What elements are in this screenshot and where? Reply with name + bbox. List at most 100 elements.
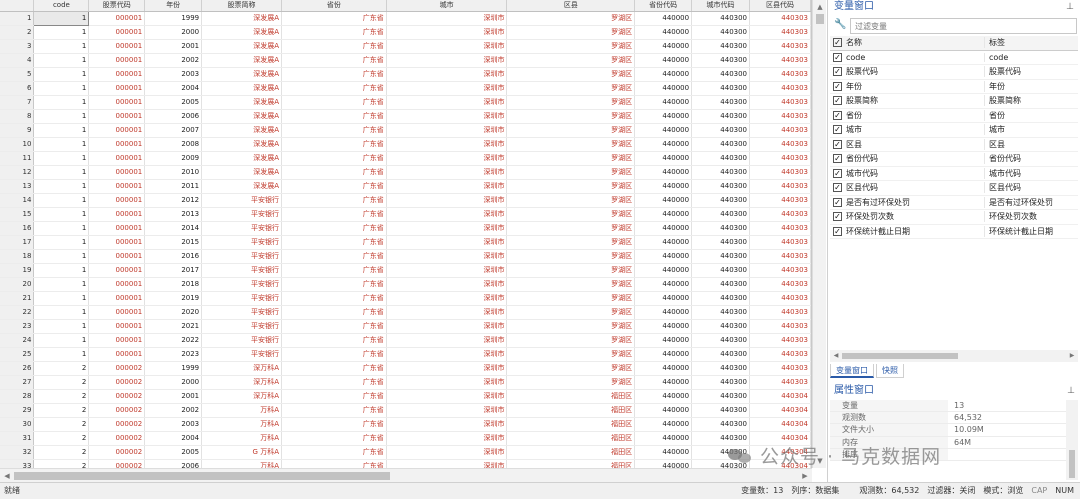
table-cell[interactable]: 1 [33, 347, 90, 362]
table-cell[interactable]: 广东省 [281, 179, 387, 194]
table-cell[interactable]: 440000 [634, 25, 693, 40]
table-cell[interactable]: 2000 [144, 25, 203, 40]
table-cell[interactable]: 2017 [144, 263, 203, 278]
table-cell[interactable]: 000001 [88, 207, 146, 222]
table-cell[interactable]: 000001 [88, 347, 146, 362]
row-number[interactable]: 27 [0, 375, 35, 390]
table-cell[interactable]: 440300 [691, 333, 751, 348]
table-cell[interactable]: 广东省 [281, 417, 387, 432]
grid-horizontal-scrollbar[interactable]: ◀ ▶ [0, 468, 812, 482]
table-cell[interactable]: 440300 [691, 221, 751, 236]
row-number[interactable]: 16 [0, 221, 35, 236]
row-number[interactable]: 14 [0, 193, 35, 208]
table-cell[interactable]: 000001 [88, 179, 146, 194]
table-cell[interactable]: 2021 [144, 319, 203, 334]
table-cell[interactable]: 440300 [691, 375, 751, 390]
variable-row[interactable]: ✓ 环保处罚次数 环保处罚次数 [830, 210, 1078, 225]
variable-checkbox[interactable]: ✓ [833, 139, 842, 149]
variable-checkbox[interactable]: ✓ [833, 154, 842, 164]
grid-vertical-scrollbar[interactable]: ▲ ▼ [812, 0, 826, 468]
table-cell[interactable]: 440000 [634, 249, 693, 264]
table-cell[interactable]: 2019 [144, 291, 203, 306]
row-number[interactable]: 30 [0, 417, 35, 432]
table-cell[interactable]: 深发展A [201, 123, 282, 138]
table-cell[interactable]: 1 [33, 207, 90, 222]
scroll-thumb[interactable] [842, 353, 958, 359]
table-cell[interactable]: 000001 [88, 109, 146, 124]
table-cell[interactable]: 440300 [691, 109, 751, 124]
table-cell[interactable]: 440303 [749, 347, 811, 362]
table-cell[interactable]: 000002 [88, 389, 146, 404]
table-cell[interactable]: 平安银行 [201, 249, 282, 264]
table-cell[interactable]: 万科A [201, 431, 282, 446]
table-cell[interactable]: 440300 [691, 81, 751, 96]
table-cell[interactable]: 440000 [634, 361, 693, 376]
table-row[interactable]: 3 1 000001 2001 深发展A 广东省 深圳市 罗湖区 440000 440300 440… [0, 39, 811, 54]
table-row[interactable]: 1 1 000001 1999 深发展A 广东省 深圳市 罗湖区 440000 440300 440… [0, 10, 811, 26]
table-cell[interactable]: 000001 [88, 25, 146, 40]
table-cell[interactable]: 广东省 [281, 305, 387, 320]
table-cell[interactable]: 440000 [634, 95, 693, 110]
table-row[interactable]: 30 2 000002 2003 万科A 广东省 深圳市 福田区 440000 440300 440… [0, 417, 811, 432]
table-cell[interactable]: 深圳市 [386, 179, 508, 194]
row-number[interactable]: 29 [0, 403, 35, 418]
table-cell[interactable]: 广东省 [281, 123, 387, 138]
table-cell[interactable]: 广东省 [281, 445, 387, 460]
table-cell[interactable]: 广东省 [281, 137, 387, 152]
row-number[interactable]: 28 [0, 389, 35, 404]
table-cell[interactable]: 2 [33, 361, 90, 376]
table-cell[interactable]: 福田区 [506, 459, 636, 468]
table-row[interactable]: 16 1 000001 2014 平安银行 广东省 深圳市 罗湖区 440000 440300 44… [0, 221, 811, 236]
table-cell[interactable]: 000001 [88, 235, 146, 250]
table-cell[interactable]: 2023 [144, 347, 203, 362]
table-cell[interactable]: 深圳市 [386, 193, 508, 208]
table-cell[interactable]: 440000 [634, 277, 693, 292]
table-row[interactable]: 5 1 000001 2003 深发展A 广东省 深圳市 罗湖区 440000 440300 440… [0, 67, 811, 82]
table-cell[interactable]: 440303 [749, 165, 811, 180]
row-number[interactable]: 31 [0, 431, 35, 446]
table-cell[interactable]: 1999 [144, 11, 203, 26]
table-row[interactable]: 12 1 000001 2010 深发展A 广东省 深圳市 罗湖区 440000 440300 44… [0, 165, 811, 180]
variable-checkbox[interactable]: ✓ [833, 183, 842, 193]
table-cell[interactable]: 深圳市 [386, 81, 508, 96]
table-cell[interactable]: 广东省 [281, 95, 387, 110]
table-cell[interactable]: 广东省 [281, 375, 387, 390]
table-cell[interactable]: 深圳市 [386, 67, 508, 82]
table-cell[interactable]: 440000 [634, 151, 693, 166]
table-cell[interactable]: 000001 [88, 305, 146, 320]
properties-vertical-scrollbar[interactable] [1066, 400, 1078, 480]
table-row[interactable]: 29 2 000002 2002 万科A 广东省 深圳市 福田区 440000 440300 440… [0, 403, 811, 418]
table-row[interactable]: 20 1 000001 2018 平安银行 广东省 深圳市 罗湖区 440000 440300 44… [0, 277, 811, 292]
table-cell[interactable]: 罗湖区 [506, 235, 636, 250]
table-cell[interactable]: 罗湖区 [506, 291, 636, 306]
table-row[interactable]: 10 1 000001 2008 深发展A 广东省 深圳市 罗湖区 440000 440300 44… [0, 137, 811, 152]
table-cell[interactable]: 2 [33, 417, 90, 432]
table-cell[interactable]: 2022 [144, 333, 203, 348]
table-cell[interactable]: 000002 [88, 417, 146, 432]
table-cell[interactable]: 440303 [749, 221, 811, 236]
table-cell[interactable]: 440000 [634, 263, 693, 278]
select-all-checkbox[interactable]: ✓ [833, 38, 842, 48]
table-cell[interactable]: 平安银行 [201, 221, 282, 236]
table-cell[interactable]: 深圳市 [386, 221, 508, 236]
table-row[interactable]: 18 1 000001 2016 平安银行 广东省 深圳市 罗湖区 440000 440300 44… [0, 249, 811, 264]
table-cell[interactable]: 广东省 [281, 263, 387, 278]
table-cell[interactable]: 000001 [88, 67, 146, 82]
table-cell[interactable]: 深发展A [201, 109, 282, 124]
table-cell[interactable]: 440303 [749, 11, 811, 26]
table-row[interactable]: 19 1 000001 2017 平安银行 广东省 深圳市 罗湖区 440000 440300 44… [0, 263, 811, 278]
table-cell[interactable]: 罗湖区 [506, 179, 636, 194]
table-cell[interactable]: 深圳市 [386, 459, 508, 468]
table-cell[interactable]: 1 [33, 95, 90, 110]
table-cell[interactable]: 福田区 [506, 431, 636, 446]
table-cell[interactable]: 深圳市 [386, 25, 508, 40]
table-row[interactable]: 17 1 000001 2015 平安银行 广东省 深圳市 罗湖区 440000 440300 44… [0, 235, 811, 250]
table-cell[interactable]: 平安银行 [201, 207, 282, 222]
row-number[interactable]: 15 [0, 207, 35, 222]
variable-checkbox[interactable]: ✓ [833, 125, 842, 135]
row-number[interactable]: 18 [0, 249, 35, 264]
table-cell[interactable]: 2003 [144, 67, 203, 82]
table-cell[interactable]: 深圳市 [386, 123, 508, 138]
table-cell[interactable]: 广东省 [281, 11, 387, 26]
table-cell[interactable]: 深圳市 [386, 39, 508, 54]
